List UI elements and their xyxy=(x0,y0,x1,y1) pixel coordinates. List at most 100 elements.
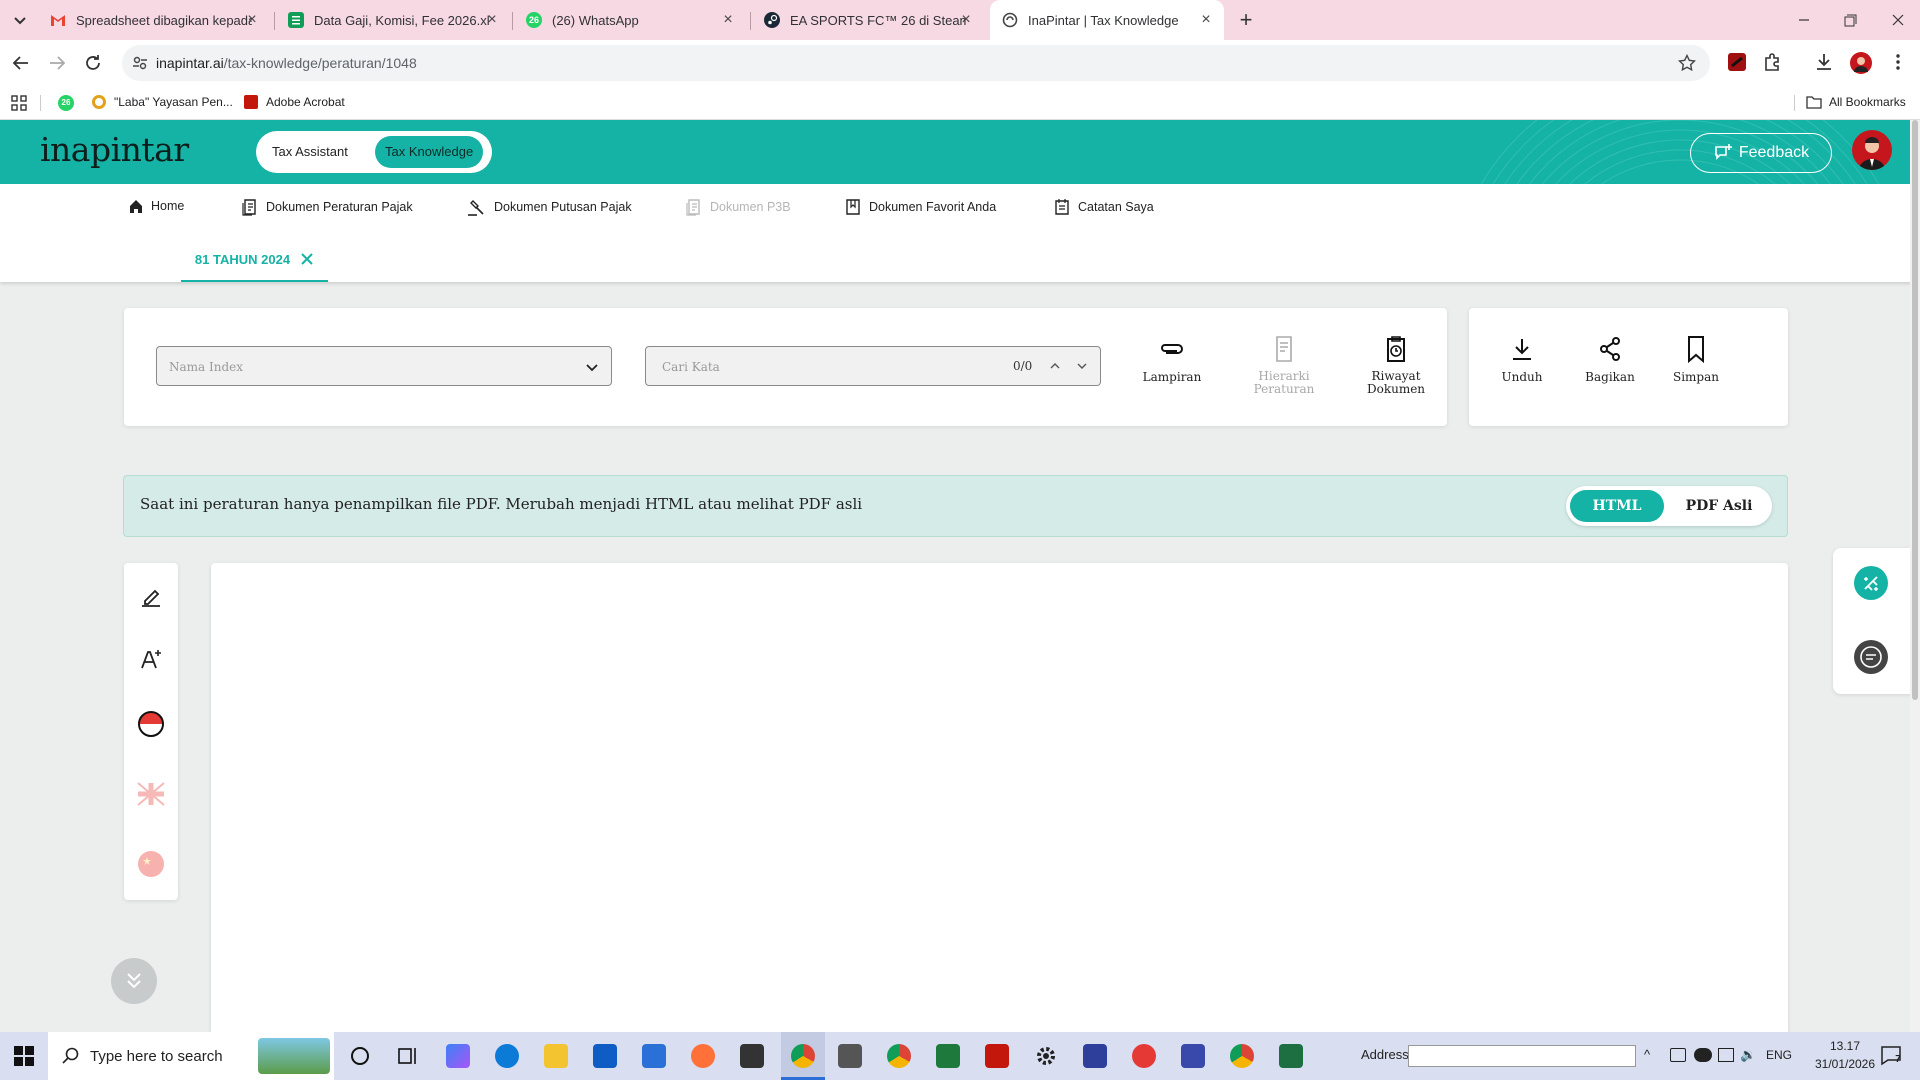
browser-tab[interactable]: 26 (26) WhatsApp × xyxy=(514,0,746,40)
bookmark-item[interactable]: Adobe Acrobat xyxy=(244,95,345,109)
copilot-icon[interactable] xyxy=(446,1044,470,1068)
app-icon[interactable] xyxy=(642,1044,666,1068)
pdf-asli-button[interactable]: PDF Asli xyxy=(1670,490,1768,522)
chrome-icon[interactable] xyxy=(1230,1044,1254,1068)
taskbar-address-input[interactable] xyxy=(1408,1045,1636,1067)
new-tab-button[interactable]: + xyxy=(1234,8,1258,32)
language-chinese-button[interactable] xyxy=(136,849,166,879)
taskbar-chrome-active[interactable] xyxy=(781,1032,825,1080)
chevron-up-icon[interactable] xyxy=(1049,360,1061,372)
volume-icon[interactable]: 🔉 xyxy=(1740,1047,1756,1063)
search-word-input[interactable]: Cari Kata 0/0 xyxy=(645,346,1101,386)
nav-item-dokumen-p3b[interactable]: Dokumen P3B xyxy=(685,198,791,216)
riwayat-dokumen-button[interactable]: Riwayat Dokumen xyxy=(1351,334,1441,396)
app-icon[interactable] xyxy=(1181,1044,1205,1068)
file-explorer-icon[interactable] xyxy=(544,1044,568,1068)
cloud-icon[interactable] xyxy=(1694,1048,1712,1062)
language-indonesia-button[interactable] xyxy=(136,709,166,739)
app-icon[interactable] xyxy=(1083,1044,1107,1068)
browser-tab-active[interactable]: InaPintar | Tax Knowledge × xyxy=(990,0,1224,40)
apps-button[interactable] xyxy=(11,95,27,111)
close-icon[interactable]: × xyxy=(720,12,736,28)
bookmark-item[interactable]: "Laba" Yayasan Pen... xyxy=(92,95,233,109)
cortana-button[interactable] xyxy=(348,1044,372,1068)
firefox-icon[interactable] xyxy=(691,1044,715,1068)
chat-button[interactable] xyxy=(1854,640,1888,674)
nav-item-dokumen-peraturan[interactable]: Dokumen Peraturan Pajak xyxy=(241,198,413,216)
app-logo[interactable]: inapintar xyxy=(40,130,189,169)
app-icon[interactable] xyxy=(838,1044,862,1068)
indonesia-flag-icon xyxy=(138,711,164,737)
back-button[interactable] xyxy=(10,52,32,74)
taskbar-search[interactable]: Type here to search xyxy=(48,1032,334,1080)
start-button[interactable] xyxy=(14,1046,34,1066)
close-icon[interactable]: × xyxy=(484,12,500,28)
document-toolbar: Nama Index Cari Kata 0/0 Lampiran Hierar… xyxy=(124,308,1447,426)
close-icon[interactable]: × xyxy=(958,12,974,28)
task-view-button[interactable] xyxy=(396,1044,420,1068)
chevron-down-icon[interactable] xyxy=(1076,360,1088,372)
close-window-button[interactable] xyxy=(1886,10,1910,30)
unduh-button[interactable]: Unduh xyxy=(1487,334,1557,384)
feedback-button[interactable]: Feedback xyxy=(1690,133,1832,173)
extensions-button[interactable] xyxy=(1762,52,1782,72)
notifications-button[interactable]: 7 xyxy=(1880,1044,1902,1066)
network-icon[interactable] xyxy=(1718,1048,1734,1062)
edge-icon[interactable] xyxy=(495,1044,519,1068)
chrome-icon[interactable] xyxy=(887,1044,911,1068)
browser-tab[interactable]: Data Gaji, Komisi, Fee 2026.xlsx × xyxy=(276,0,510,40)
ai-assistant-button[interactable] xyxy=(1854,566,1888,600)
address-bar[interactable]: inapintar.ai/tax-knowledge/peraturan/104… xyxy=(122,45,1710,81)
highlight-button[interactable] xyxy=(139,585,163,609)
profile-avatar[interactable] xyxy=(1850,52,1872,74)
all-bookmarks-button[interactable]: All Bookmarks xyxy=(1806,95,1906,109)
simpan-button[interactable]: Simpan xyxy=(1661,334,1731,384)
browser-menu-button[interactable] xyxy=(1888,52,1908,72)
tray-app-icon[interactable] xyxy=(1670,1048,1686,1062)
browser-tab[interactable]: Spreadsheet dibagikan kepada × xyxy=(38,0,270,40)
document-viewer[interactable] xyxy=(211,563,1788,1032)
tab-tax-knowledge[interactable]: Tax Knowledge xyxy=(375,136,484,168)
user-avatar[interactable] xyxy=(1852,130,1892,170)
language-english-button[interactable] xyxy=(136,779,166,809)
nav-item-home[interactable]: Home xyxy=(128,198,184,214)
whatsapp-bookmark-icon[interactable]: 26 xyxy=(58,95,74,111)
acrobat-icon[interactable] xyxy=(985,1044,1009,1068)
excel-icon[interactable] xyxy=(1279,1044,1303,1068)
app-icon[interactable] xyxy=(1132,1044,1156,1068)
reload-button[interactable] xyxy=(82,52,104,74)
minimize-button[interactable] xyxy=(1792,10,1816,30)
scroll-down-button[interactable] xyxy=(111,958,157,1004)
steam-app-icon[interactable] xyxy=(740,1044,764,1068)
browser-tab[interactable]: EA SPORTS FC™ 26 di Steam × xyxy=(752,0,984,40)
page-scrollbar[interactable] xyxy=(1910,120,1920,1032)
lampiran-button[interactable]: Lampiran xyxy=(1127,334,1217,384)
scrollbar-thumb[interactable] xyxy=(1912,120,1918,700)
font-size-button[interactable] xyxy=(139,647,163,671)
restore-button[interactable] xyxy=(1838,10,1862,30)
acrobat-icon xyxy=(244,95,258,109)
nav-item-catatan-saya[interactable]: Catatan Saya xyxy=(1053,198,1154,216)
spreadsheet-icon[interactable] xyxy=(936,1044,960,1068)
close-icon[interactable] xyxy=(300,252,314,266)
star-icon[interactable] xyxy=(1678,54,1696,72)
language-indicator[interactable]: ENG xyxy=(1766,1048,1792,1062)
open-document-tab[interactable]: 81 TAHUN 2024 xyxy=(181,238,328,282)
tab-search-button[interactable] xyxy=(8,10,32,32)
mail-icon[interactable] xyxy=(593,1044,617,1068)
downloads-button[interactable] xyxy=(1814,52,1834,72)
tray-chevron-icon[interactable]: ^ xyxy=(1644,1047,1650,1062)
nav-item-dokumen-favorit[interactable]: Dokumen Favorit Anda xyxy=(844,198,996,216)
tab-tax-assistant[interactable]: Tax Assistant xyxy=(262,136,358,168)
hierarki-peraturan-button[interactable]: Hierarki Peraturan xyxy=(1239,334,1329,396)
forward-button[interactable] xyxy=(46,52,68,74)
bagikan-button[interactable]: Bagikan xyxy=(1575,334,1645,384)
close-icon[interactable]: × xyxy=(244,12,260,28)
close-icon[interactable]: × xyxy=(1198,12,1214,28)
extension-icon[interactable] xyxy=(1728,53,1746,71)
taskbar-clock[interactable]: 13.17 31/01/2026 xyxy=(1812,1037,1878,1073)
settings-button[interactable] xyxy=(1034,1044,1058,1068)
index-select[interactable]: Nama Index xyxy=(156,346,612,386)
nav-item-dokumen-putusan[interactable]: Dokumen Putusan Pajak xyxy=(467,198,632,216)
html-view-button[interactable]: HTML xyxy=(1570,490,1664,522)
